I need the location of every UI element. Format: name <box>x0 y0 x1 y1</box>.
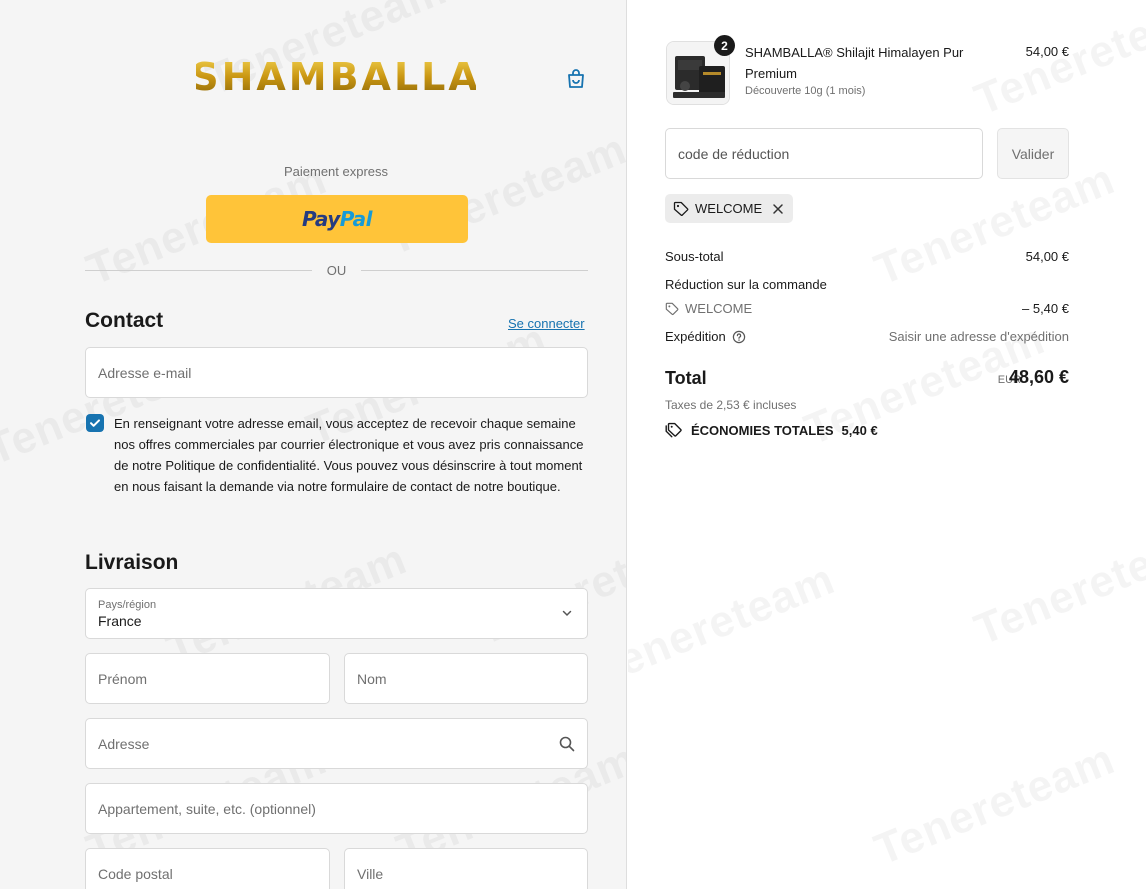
subtotal-value: 54,00 € <box>1025 249 1069 264</box>
discount-code-placeholder: code de réduction <box>678 145 790 162</box>
tax-note: Taxes de 2,53 € incluses <box>665 398 797 412</box>
applied-code-text: WELCOME <box>695 201 763 216</box>
product-price: 54,00 € <box>1025 44 1069 59</box>
total-label: Total <box>665 368 707 388</box>
first-name-field[interactable]: Prénom <box>85 653 330 704</box>
divider-line <box>85 270 312 271</box>
country-value: France <box>98 612 142 629</box>
or-divider: OU <box>85 262 588 280</box>
check-icon <box>90 419 100 427</box>
country-label: Pays/région <box>98 598 157 611</box>
subtotal-label: Sous-total <box>665 249 724 264</box>
express-checkout-label: Paiement express <box>283 164 389 179</box>
search-icon <box>559 736 575 752</box>
product-variant: Découverte 10g (1 mois) <box>745 85 866 97</box>
tag-icon <box>673 201 689 216</box>
apply-discount-button[interactable]: Valider <box>997 128 1069 179</box>
divider-line <box>361 270 588 271</box>
total-savings: ÉCONOMIES TOTALES 5,40 € <box>665 422 878 438</box>
shopping-bag-icon[interactable] <box>564 67 588 91</box>
svg-text:SHAMBALLA: SHAMBALLA <box>196 55 476 99</box>
last-name-field[interactable]: Nom <box>344 653 588 704</box>
savings-value: 5,40 € <box>841 422 878 438</box>
quantity-badge: 2 <box>714 35 735 56</box>
consent-text: En renseignant votre adresse email, vous… <box>114 416 584 494</box>
postal-code-field[interactable]: Code postal <box>85 848 330 889</box>
total-value: 48,60 € <box>1008 367 1069 387</box>
postal-code-placeholder: Code postal <box>98 865 173 882</box>
paypal-button[interactable]: Pay Pal <box>206 195 468 243</box>
watermark-text: Tenereteam <box>968 0 1146 126</box>
newsletter-checkbox[interactable] <box>86 414 104 432</box>
address-placeholder: Adresse <box>98 735 150 752</box>
shipping-row: Expédition Saisir une adresse d'expéditi… <box>665 329 1069 344</box>
email-placeholder: Adresse e-mail <box>98 364 192 381</box>
shipping-value: Saisir une adresse d'expédition <box>888 329 1069 344</box>
contact-heading: Contact <box>85 309 164 332</box>
last-name-placeholder: Nom <box>357 670 387 687</box>
apartment-field[interactable]: Appartement, suite, etc. (optionnel) <box>85 783 588 834</box>
chevron-down-icon <box>562 610 572 617</box>
tag-icon <box>665 302 679 315</box>
address-field[interactable]: Adresse <box>85 718 588 769</box>
login-link[interactable]: Se connecter <box>508 316 585 331</box>
watermark-text: Tenereteam <box>628 554 842 695</box>
applied-discount-chip: WELCOME <box>665 194 793 223</box>
tags-icon <box>665 422 682 438</box>
checkout-main-panel: Tenereteam Tenereteam Tenereteam Teneret… <box>0 0 627 889</box>
paypal-wordmark-pay: Pay <box>301 207 340 231</box>
product-name: SHAMBALLA® Shilajit Himalayen Pur Premiu… <box>745 45 964 81</box>
order-discount-label: Réduction sur la commande <box>665 277 827 292</box>
apartment-placeholder: Appartement, suite, etc. (optionnel) <box>98 800 316 817</box>
first-name-placeholder: Prénom <box>98 670 148 687</box>
remove-discount-icon[interactable] <box>772 203 784 215</box>
watermark-text: Tenereteam <box>868 734 1122 875</box>
watermark-text: Tenereteam <box>968 514 1146 655</box>
delivery-heading: Livraison <box>85 551 179 574</box>
order-summary-panel: Tenereteam Tenereteam Tenereteam Teneret… <box>628 0 1146 889</box>
order-discount-row: Réduction sur la commande <box>665 277 1069 292</box>
discount-code-text: WELCOME <box>685 301 753 316</box>
discount-code-input[interactable]: code de réduction <box>665 128 983 179</box>
paypal-wordmark-pal: Pal <box>339 207 373 231</box>
subtotal-row: Sous-total 54,00 € <box>665 249 1069 264</box>
logo-graphic: SHAMBALLA <box>196 55 476 99</box>
or-text: OU <box>326 263 347 278</box>
shipping-label: Expédition <box>665 329 726 344</box>
help-icon[interactable] <box>732 330 746 344</box>
city-field[interactable]: Ville <box>344 848 588 889</box>
city-placeholder: Ville <box>357 865 384 882</box>
brand-logo[interactable]: SHAMBALLA <box>196 52 476 100</box>
country-select[interactable]: Pays/région France <box>85 588 588 639</box>
savings-label: ÉCONOMIES TOTALES <box>691 422 834 438</box>
discount-value: – 5,40 € <box>1022 301 1069 316</box>
discount-detail-row: WELCOME – 5,40 € <box>665 301 1069 319</box>
email-field[interactable]: Adresse e-mail <box>85 347 588 398</box>
